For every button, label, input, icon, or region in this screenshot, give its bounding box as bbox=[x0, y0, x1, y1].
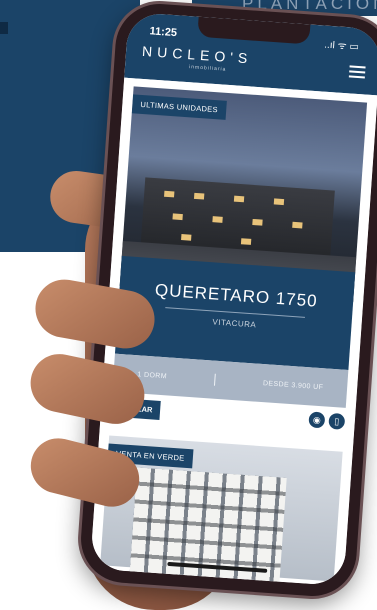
listing-card[interactable]: VENTA EN VERDE bbox=[100, 435, 343, 587]
whatsapp-icon[interactable]: ◉ bbox=[308, 411, 326, 429]
status-time: 11:25 bbox=[149, 25, 178, 40]
info-separator bbox=[214, 373, 216, 386]
hamburger-menu-icon[interactable] bbox=[348, 65, 366, 79]
listing-name[interactable]: QUERETARO 1750 bbox=[119, 278, 354, 314]
background-accent bbox=[0, 22, 8, 34]
app-logo-subtitle: inmobiliaria bbox=[188, 64, 227, 73]
listing-card[interactable]: ULTIMAS UNIDADES QUERETARO 1750 VITACURA… bbox=[112, 86, 368, 408]
listing-tag: ULTIMAS UNIDADES bbox=[131, 94, 227, 120]
listing-bedrooms: 1 DORM bbox=[137, 370, 168, 380]
app-logo[interactable]: NUCLEO'S bbox=[142, 43, 253, 67]
listing-price: DESDE 3.900 UF bbox=[262, 379, 324, 391]
status-icons: ..ıl ᯤ ▭ bbox=[323, 39, 360, 53]
phone-notch bbox=[197, 16, 311, 45]
listing-photo[interactable]: VENTA EN VERDE bbox=[100, 435, 343, 587]
phone-icon[interactable]: ▯ bbox=[328, 412, 346, 430]
